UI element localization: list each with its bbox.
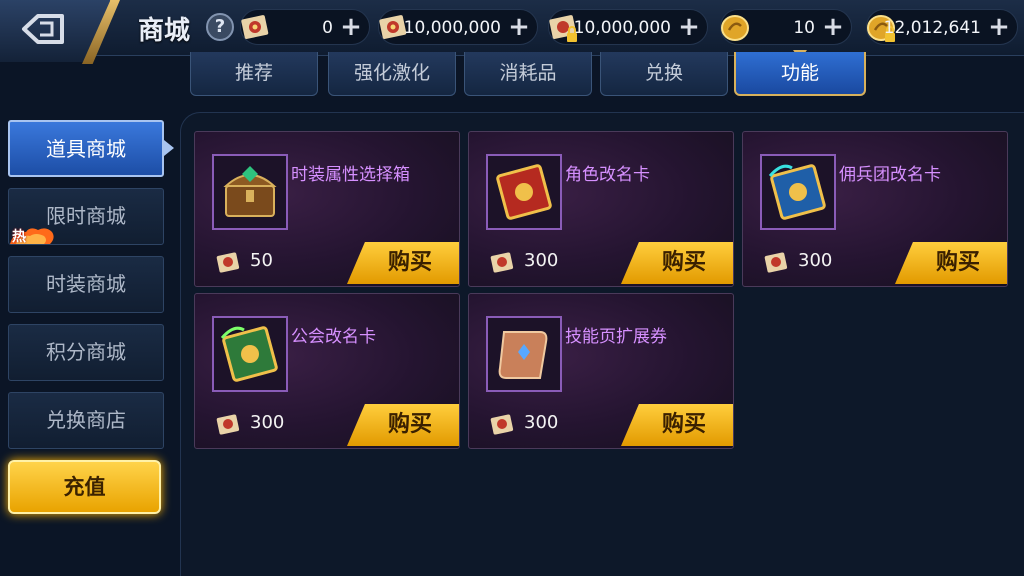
- item-name: 佣兵团改名卡: [839, 165, 941, 185]
- shop-item-card: 角色改名卡 300 购买: [468, 131, 734, 287]
- scroll-ticket-icon: [216, 252, 240, 273]
- add-currency-button[interactable]: +: [507, 14, 531, 40]
- item-icon-frame[interactable]: [486, 154, 562, 230]
- item-name: 公会改名卡: [291, 327, 376, 347]
- help-icon[interactable]: ?: [206, 13, 234, 41]
- currency-amount: 0: [322, 18, 333, 38]
- item-price: 300: [250, 412, 285, 433]
- item-price: 300: [798, 250, 833, 271]
- add-currency-button[interactable]: +: [987, 14, 1011, 40]
- buy-button[interactable]: 购买: [347, 242, 459, 284]
- currency-ticket-2: 10,000,000 +: [378, 9, 538, 45]
- sidebar-item-label: 限时商城: [46, 204, 126, 228]
- tab-recommended[interactable]: 推荐: [190, 52, 318, 96]
- currency-locked-gold: 12,012,641 +: [866, 9, 1018, 45]
- shop-item-card: 技能页扩展券 300 购买: [468, 293, 734, 449]
- shop-item-card: 公会改名卡 300 购买: [194, 293, 460, 449]
- item-icon-frame[interactable]: [212, 154, 288, 230]
- sidebar-item-label: 道具商城: [46, 137, 126, 161]
- buy-button[interactable]: 购买: [621, 242, 733, 284]
- add-currency-button[interactable]: +: [339, 14, 363, 40]
- buy-button[interactable]: 购买: [895, 242, 1007, 284]
- item-name: 技能页扩展券: [565, 327, 667, 347]
- item-price: 50: [250, 250, 273, 271]
- currency-ticket: 0 +: [240, 9, 370, 45]
- currency-amount: 10,000,000: [403, 18, 501, 38]
- green-rename-card-icon: [220, 326, 278, 382]
- item-name: 时装属性选择箱: [291, 165, 410, 185]
- scroll-icon: [498, 331, 548, 379]
- recharge-button[interactable]: 充值: [8, 460, 161, 514]
- sidebar-item-label: 兑换商店: [46, 408, 126, 432]
- item-icon-frame[interactable]: [212, 316, 288, 392]
- sidebar-item-fashion-shop[interactable]: 时装商城: [8, 256, 164, 313]
- scroll-ticket-icon: [490, 252, 514, 273]
- top-bar: 商城 ? 0 + 10,000,000 + 10,000,000 + 10 + …: [0, 0, 1024, 64]
- page-title: 商城: [138, 16, 191, 46]
- shop-item-card: 时装属性选择箱 50 购买: [194, 131, 460, 287]
- currency-amount: 10,000,000: [573, 18, 671, 38]
- currency-locked-ticket: 10,000,000 +: [548, 9, 708, 45]
- shop-item-card: 佣兵团改名卡 300 购买: [742, 131, 1008, 287]
- item-icon-frame[interactable]: [486, 316, 562, 392]
- back-arrow-icon: [22, 14, 64, 44]
- tab-consumables[interactable]: 消耗品: [464, 52, 592, 96]
- gold-coin-icon: [721, 15, 749, 41]
- sidebar-item-exchange-store[interactable]: 兑换商店: [8, 392, 164, 449]
- red-rename-card-icon: [496, 164, 552, 220]
- tab-functions[interactable]: 功能: [734, 52, 866, 96]
- blue-rename-card-icon: [768, 164, 826, 220]
- tab-exchange[interactable]: 兑换: [600, 52, 728, 96]
- add-currency-button[interactable]: +: [677, 14, 701, 40]
- buy-button[interactable]: 购买: [621, 404, 733, 446]
- scroll-ticket-icon: [490, 414, 514, 435]
- sidebar-item-item-shop[interactable]: 道具商城: [8, 120, 164, 177]
- sidebar-item-label: 积分商城: [46, 340, 126, 364]
- scroll-ticket-icon: [764, 252, 788, 273]
- sidebar-active-arrow: [164, 140, 174, 156]
- hot-badge-label: 热: [12, 229, 26, 245]
- sidebar-item-points-shop[interactable]: 积分商城: [8, 324, 164, 381]
- hot-badge: 热: [8, 224, 58, 248]
- currency-amount: 12,012,641: [883, 18, 981, 38]
- add-currency-button[interactable]: +: [821, 14, 845, 40]
- item-icon-frame[interactable]: [760, 154, 836, 230]
- item-price: 300: [524, 412, 559, 433]
- item-name: 角色改名卡: [565, 165, 650, 185]
- treasure-chest-icon: [223, 166, 277, 217]
- item-price: 300: [524, 250, 559, 271]
- currency-gold: 10 +: [720, 9, 852, 45]
- scroll-ticket-icon: [216, 414, 240, 435]
- item-grid: 时装属性选择箱 50 购买 角色改名卡 300 购买 佣兵团改名卡 300 购买…: [180, 112, 1024, 576]
- buy-button[interactable]: 购买: [347, 404, 459, 446]
- sidebar-item-label: 时装商城: [46, 272, 126, 296]
- currency-amount: 10: [793, 18, 815, 38]
- scroll-ticket-icon: [241, 15, 269, 39]
- tab-enhance[interactable]: 强化激化: [328, 52, 456, 96]
